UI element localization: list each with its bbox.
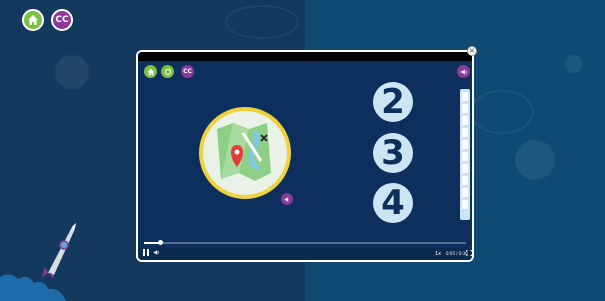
- closed-captions-button[interactable]: CC: [51, 9, 73, 31]
- pause-icon: [143, 249, 149, 256]
- page-strip: [460, 89, 470, 220]
- modal-close-button[interactable]: ×: [467, 46, 477, 56]
- volume-icon: [153, 250, 159, 255]
- video-controls-bar: 1x 0:05 / 0:36: [138, 248, 472, 260]
- video-time: 0:05 / 0:36: [446, 251, 468, 256]
- strip-segment: [462, 152, 468, 161]
- number-option-4[interactable]: 4: [373, 183, 413, 223]
- speaker-icon: [284, 196, 288, 202]
- narration-speaker-button[interactable]: [281, 193, 293, 205]
- close-icon: ×: [468, 46, 476, 55]
- strip-segment: [462, 164, 468, 173]
- playback-speed-button[interactable]: 1x: [435, 249, 441, 259]
- fullscreen-icon: [465, 249, 472, 257]
- swirl-decoration: [225, 5, 299, 39]
- video-progress-handle[interactable]: [158, 240, 164, 245]
- home-button[interactable]: [22, 9, 44, 31]
- map-icon: [217, 123, 271, 181]
- number-option-2[interactable]: 2: [373, 82, 413, 122]
- number-label: 2: [381, 82, 405, 122]
- strip-segment: [462, 140, 468, 149]
- cloud-left-decoration: [0, 274, 66, 301]
- speaker-icon: [460, 68, 467, 75]
- strip-segment: [462, 188, 468, 197]
- video-home-button[interactable]: [144, 65, 157, 78]
- video-progress-bar[interactable]: [144, 240, 466, 245]
- home-icon: [28, 15, 38, 25]
- planet-decoration: [565, 55, 583, 73]
- swirl-decoration: [470, 90, 534, 134]
- home-icon: [147, 68, 154, 75]
- video-reload-button[interactable]: [161, 65, 174, 78]
- video-sound-button[interactable]: [457, 65, 470, 78]
- strip-segment: [462, 200, 468, 209]
- planet-decoration: [55, 55, 89, 89]
- cc-label: CC: [55, 15, 69, 25]
- volume-button[interactable]: [153, 249, 160, 259]
- video-cc-button[interactable]: CC: [181, 65, 194, 78]
- modal-top-bar: [138, 52, 472, 61]
- number-label: 4: [381, 183, 405, 223]
- strip-segment: [462, 116, 468, 125]
- strip-segment: [462, 92, 468, 101]
- video-modal: CC 2 3 4 1x 0:05 / 0:36: [136, 50, 474, 262]
- number-label: 3: [381, 133, 405, 173]
- pause-button[interactable]: [143, 249, 149, 259]
- strip-segment: [462, 104, 468, 113]
- video-cc-label: CC: [183, 68, 192, 75]
- strip-segment: [462, 128, 468, 137]
- fullscreen-button[interactable]: [465, 249, 472, 259]
- number-option-3[interactable]: 3: [373, 133, 413, 173]
- reload-icon: [164, 68, 171, 75]
- planet-decoration: [515, 140, 555, 180]
- strip-segment: [462, 176, 468, 185]
- map-illustration: [199, 107, 291, 199]
